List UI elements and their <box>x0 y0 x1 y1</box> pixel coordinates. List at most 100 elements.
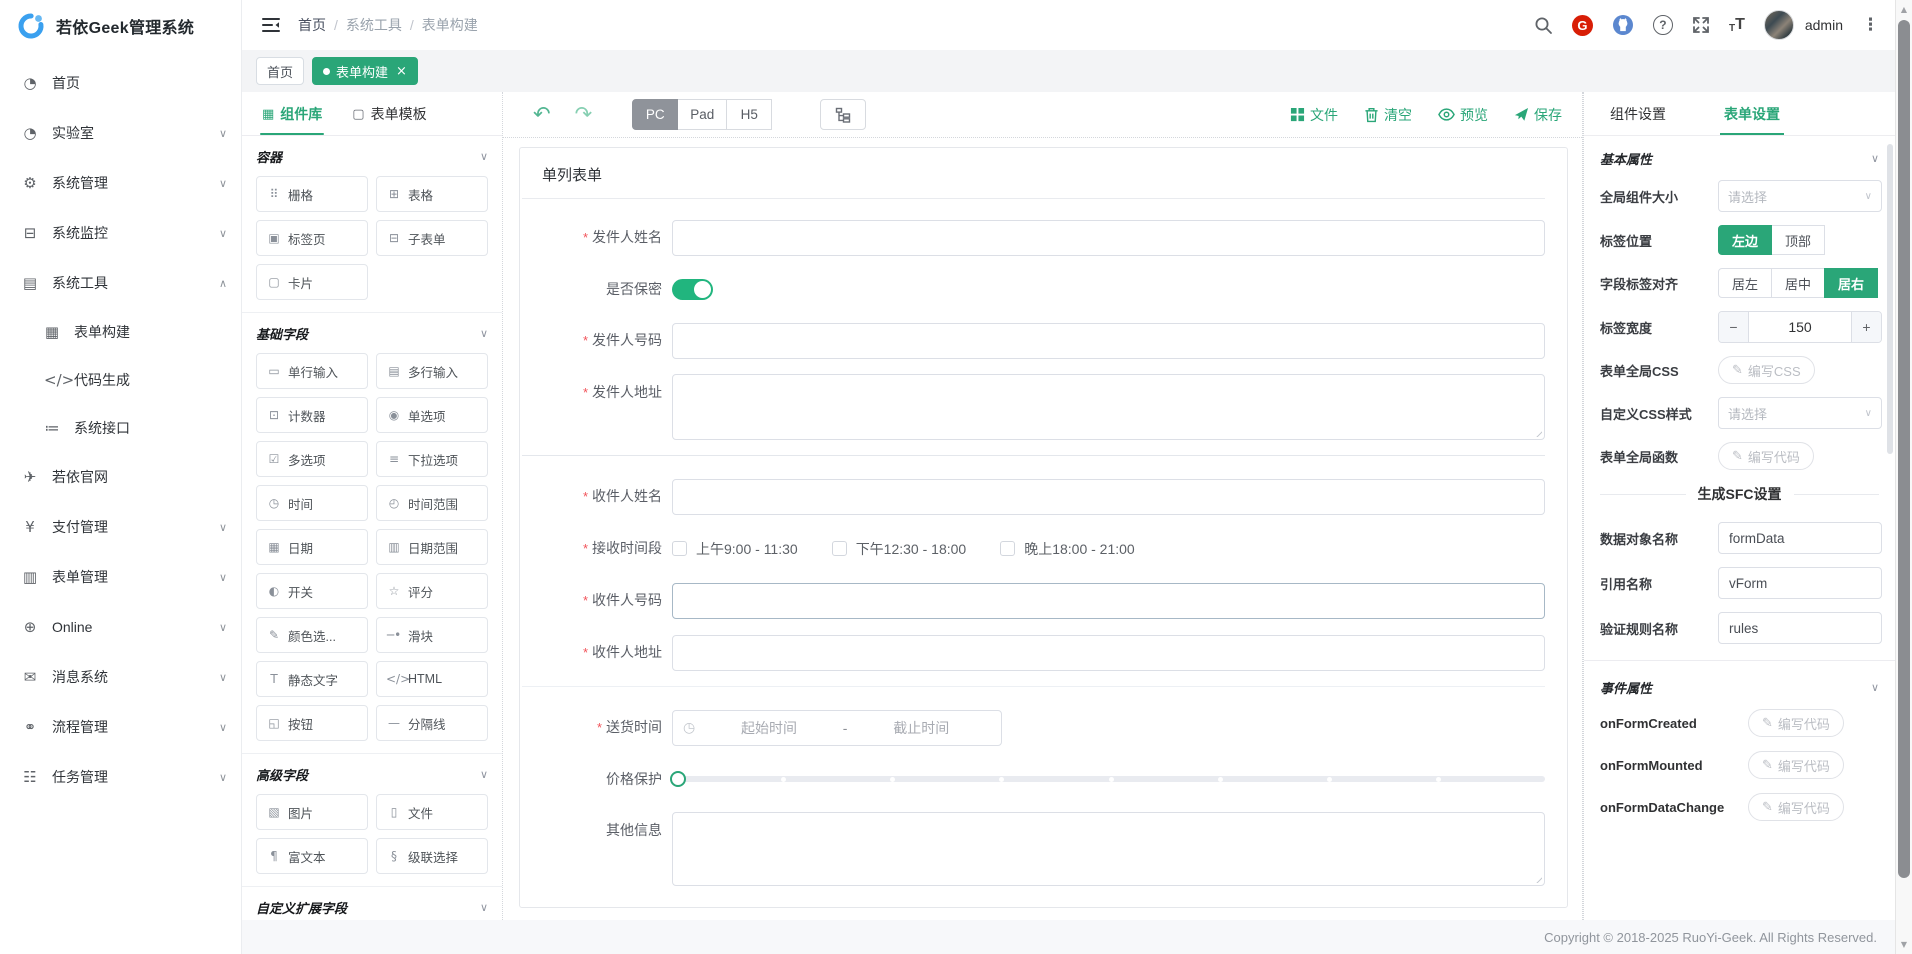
chevron-down-icon[interactable]: ∨ <box>1871 681 1879 694</box>
delivery-time-range-picker[interactable]: ◷ 起始时间 - 截止时间 <box>672 710 1002 746</box>
slider-handle[interactable] <box>670 771 686 787</box>
component-item[interactable]: ▥ 日期范围 <box>376 529 488 565</box>
label-position-option[interactable]: 顶部 <box>1771 225 1825 255</box>
write-css-button[interactable]: ✎ 编写CSS <box>1718 356 1815 384</box>
component-item[interactable]: § 级联选择 <box>376 838 488 874</box>
component-item[interactable]: ◴ 时间范围 <box>376 485 488 521</box>
chevron-down-icon[interactable]: ∨ <box>480 901 488 914</box>
chevron-down-icon[interactable]: ∨ <box>1871 152 1879 165</box>
scroll-down-icon[interactable]: ▼ <box>1896 940 1912 949</box>
sidebar-item[interactable]: ✈ 若依官网 <box>0 452 241 502</box>
secret-toggle[interactable] <box>672 279 713 300</box>
sender-address-textarea[interactable] <box>672 374 1545 440</box>
field-delivery-time[interactable]: 送货时间 ◷ 起始时间 - 截止时间 <box>522 709 1545 746</box>
component-item[interactable]: ◐ 开关 <box>256 573 368 609</box>
component-item[interactable]: ◱ 按钮 <box>256 705 368 741</box>
start-time-placeholder[interactable]: 起始时间 <box>699 718 839 738</box>
field-sender-phone[interactable]: 发件人号码 <box>522 322 1545 359</box>
decrease-button[interactable]: − <box>1719 312 1749 342</box>
help-icon[interactable]: ? <box>1653 15 1673 35</box>
device-button[interactable]: PC <box>632 99 678 130</box>
sidebar-item[interactable]: ▦ 表单构建 <box>0 308 241 356</box>
ref-name-input[interactable]: vForm <box>1718 567 1882 599</box>
tab-component-library[interactable]: ▦ 组件库 <box>262 104 322 135</box>
sidebar-item[interactable]: ▥ 表单管理 ∨ <box>0 552 241 602</box>
sender-name-input[interactable] <box>672 220 1545 256</box>
component-item[interactable]: ◷ 时间 <box>256 485 368 521</box>
component-item[interactable]: ▤ 多行输入 <box>376 353 488 389</box>
chevron-down-icon[interactable]: ∨ <box>480 150 488 163</box>
sidebar-item[interactable]: ☷ 任务管理 ∨ <box>0 752 241 802</box>
component-item[interactable]: ☆ 评分 <box>376 573 488 609</box>
component-item[interactable]: — 分隔线 <box>376 705 488 741</box>
component-item[interactable]: ▧ 图片 <box>256 794 368 830</box>
component-item[interactable]: ⊡ 计数器 <box>256 397 368 433</box>
font-size-icon[interactable]: TT <box>1729 16 1745 34</box>
component-item[interactable]: ▣ 标签页 <box>256 220 368 256</box>
github-icon[interactable] <box>1612 14 1634 36</box>
sidebar-item[interactable]: ⚙ 系统管理 ∨ <box>0 158 241 208</box>
designer-canvas[interactable]: 单列表单 发件人姓名 是否保密 发件人号码 <box>503 138 1582 920</box>
label-width-value[interactable]: 150 <box>1749 312 1851 342</box>
component-item[interactable]: </> HTML <box>376 661 488 697</box>
component-item[interactable]: ▦ 日期 <box>256 529 368 565</box>
global-size-select[interactable]: 请选择 ∨ <box>1718 180 1882 212</box>
label-position-option[interactable]: 左边 <box>1718 225 1772 255</box>
checkbox-icon[interactable] <box>672 541 687 556</box>
undo-icon[interactable]: ↶ <box>533 104 551 125</box>
label-align-option[interactable]: 居右 <box>1824 268 1878 298</box>
sidebar-item[interactable]: ◔ 实验室 ∨ <box>0 108 241 158</box>
sidebar-item[interactable]: ◔ 首页 <box>0 58 241 108</box>
component-item[interactable]: ⊟ 子表单 <box>376 220 488 256</box>
data-object-name-input[interactable]: formData <box>1718 522 1882 554</box>
fullscreen-icon[interactable] <box>1692 16 1710 34</box>
logo-row[interactable]: 若依Geek管理系统 <box>0 0 241 52</box>
write-code-button[interactable]: ✎ 编写代码 <box>1748 793 1844 821</box>
preview-button[interactable]: 预览 <box>1438 105 1488 125</box>
component-item[interactable]: ✎ 颜色选... <box>256 617 368 653</box>
field-secret[interactable]: 是否保密 <box>522 271 1545 307</box>
label-align-option[interactable]: 居中 <box>1771 268 1825 298</box>
sidebar-item[interactable]: ▤ 系统工具 ∧ <box>0 258 241 308</box>
field-receiver-name[interactable]: 收件人姓名 <box>522 478 1545 515</box>
tag-close-icon[interactable]: × <box>396 64 407 79</box>
section-basic-fields[interactable]: 基础字段 ∨ <box>256 313 488 353</box>
label-align-option[interactable]: 居左 <box>1718 268 1772 298</box>
tab-form-settings[interactable]: 表单设置 <box>1724 104 1780 135</box>
receiver-address-input[interactable] <box>672 635 1545 671</box>
tab-component-settings[interactable]: 组件设置 <box>1610 104 1666 135</box>
component-item[interactable]: ≡ 下拉选项 <box>376 441 488 477</box>
field-other-info[interactable]: 其他信息 <box>522 812 1545 886</box>
tag[interactable]: 表单构建 × <box>312 57 418 85</box>
sidebar-item[interactable]: ⚭ 流程管理 ∨ <box>0 702 241 752</box>
write-code-button[interactable]: ✎ 编写代码 <box>1748 709 1844 737</box>
panel-scrollbar-thumb[interactable] <box>1887 144 1893 454</box>
increase-button[interactable]: + <box>1851 312 1881 342</box>
page-scrollbar[interactable]: ▲ ▼ <box>1895 0 1912 954</box>
sidebar-item[interactable]: ¥ 支付管理 ∨ <box>0 502 241 552</box>
clear-button[interactable]: 清空 <box>1364 105 1412 125</box>
component-item[interactable]: T 静态文字 <box>256 661 368 697</box>
username[interactable]: admin <box>1805 17 1843 33</box>
section-event-props[interactable]: 事件属性 ∨ <box>1600 665 1879 709</box>
component-item[interactable]: ⊞ 表格 <box>376 176 488 212</box>
field-receive-period[interactable]: 接收时间段 上午9:00 - 11:30 <box>522 530 1545 567</box>
search-icon[interactable] <box>1534 16 1553 35</box>
custom-css-select[interactable]: 请选择 ∨ <box>1718 397 1882 429</box>
chevron-down-icon[interactable]: ∨ <box>480 327 488 340</box>
write-code-button[interactable]: ✎ 编写代码 <box>1748 751 1844 779</box>
component-item[interactable]: ☑ 多选项 <box>256 441 368 477</box>
section-containers[interactable]: 容器 ∨ <box>256 136 488 176</box>
field-receiver-address[interactable]: 收件人地址 <box>522 634 1545 671</box>
checkbox-option[interactable]: 下午12:30 - 18:00 <box>832 539 967 559</box>
receiver-name-input[interactable] <box>672 479 1545 515</box>
section-basic-props[interactable]: 基本属性 ∨ <box>1600 136 1879 180</box>
gitee-icon[interactable]: G <box>1572 15 1593 36</box>
rules-name-input[interactable]: rules <box>1718 612 1882 644</box>
checkbox-option[interactable]: 晚上18:00 - 21:00 <box>1000 539 1135 559</box>
field-receiver-phone[interactable]: 收件人号码 <box>522 582 1545 619</box>
component-item[interactable]: ◉ 单选项 <box>376 397 488 433</box>
checkbox-icon[interactable] <box>832 541 847 556</box>
device-button[interactable]: Pad <box>677 99 727 130</box>
chevron-down-icon[interactable]: ∨ <box>480 768 488 781</box>
